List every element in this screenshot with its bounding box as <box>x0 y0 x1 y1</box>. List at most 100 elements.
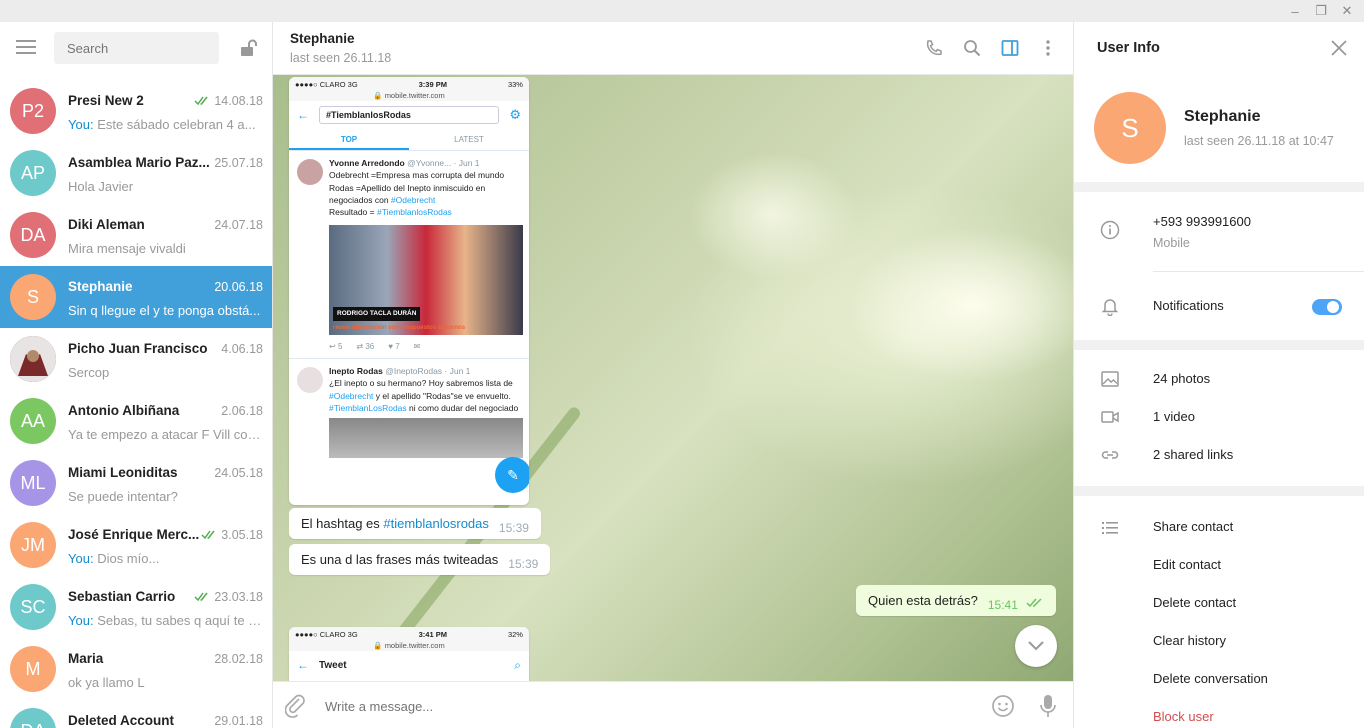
double-check-icon <box>1025 598 1042 608</box>
chat-list-item[interactable]: DA Diki Aleman 24.07.18 Mira mensaje vivald… <box>0 204 272 266</box>
share-contact-button[interactable]: Share contact <box>1074 509 1364 547</box>
chat-list-item[interactable]: AA Antonio Albiñana 2.06.18 Ya te empezo a … <box>0 390 272 452</box>
message-input[interactable] <box>325 695 965 717</box>
message-bubble-outgoing[interactable]: Quien esta detrás? 15:41 <box>856 585 1056 616</box>
retweet-icon: ⇄ 36 <box>356 341 375 351</box>
screenshot-image[interactable]: ●●●●○ CLARO 3G 3:39 PM 33% 🔒 mobile.twitte… <box>289 77 529 505</box>
chat-date-text: 28.02.18 <box>214 652 263 666</box>
message-text: Es una d las frases más twiteadas <box>301 552 499 567</box>
emoji-icon[interactable] <box>991 694 1015 718</box>
tweet-handle: @Yvonne... · Jun 1 <box>407 158 480 168</box>
chat-list-item[interactable]: M Maria 28.02.18 ok ya llamo L <box>0 638 272 700</box>
tweet: Yvonne Arredondo @Yvonne... · Jun 1 Odeb… <box>289 151 529 360</box>
close-icon[interactable] <box>1329 38 1349 58</box>
attach-icon[interactable] <box>285 694 307 718</box>
user-name: Stephanie <box>1184 108 1261 125</box>
photos-count: 24 photos <box>1153 371 1211 386</box>
minimize-icon[interactable]: – <box>1284 2 1306 20</box>
avatar: P2 <box>10 88 56 134</box>
message-icon: ✉ <box>413 341 421 351</box>
restore-icon[interactable]: ❐ <box>1310 2 1332 20</box>
chat-date: 29.01.18 <box>214 714 263 728</box>
clear-history-button[interactable]: Clear history <box>1074 623 1364 661</box>
preview-text: Dios mío... <box>97 551 160 566</box>
details-section: +593 993991600 Mobile Notifications <box>1074 192 1364 340</box>
search-icon[interactable] <box>961 37 983 59</box>
chat-preview: Hola Javier <box>68 179 263 194</box>
tweet-handle: @IneptoRodas · Jun 1 <box>385 366 471 377</box>
chat-preview: Ya te empezo a atacar F Vill con... <box>68 427 263 442</box>
chat-list-item[interactable]: AP Asamblea Mario Paz... 25.07.18 Hola Javi… <box>0 142 272 204</box>
tweet-header-row: ← Tweet ⌕ <box>289 651 529 679</box>
chat-list: P2 Presi New 2 14.08.18 You: Este sábado ce… <box>0 74 272 728</box>
battery: 33% <box>507 80 523 89</box>
chat-list-item[interactable]: S Stephanie 20.06.18 Sin q llegue el y te p… <box>0 266 272 328</box>
chat-list-item[interactable]: DA Deleted Account 29.01.18 <box>0 700 272 728</box>
photo-icon <box>1101 371 1119 387</box>
action-label: Share contact <box>1153 519 1234 534</box>
phone-row[interactable]: +593 993991600 Mobile <box>1074 212 1364 250</box>
chat-history[interactable]: ●●●●○ CLARO 3G 3:39 PM 33% 🔒 mobile.twitte… <box>273 75 1073 681</box>
sidebar-toggle-icon[interactable] <box>999 37 1021 59</box>
chat-list-item[interactable]: JM José Enrique Merc... 3.05.18 You: Dios m… <box>0 514 272 576</box>
phone-icon[interactable] <box>923 37 945 59</box>
tab-latest: LATEST <box>454 135 484 144</box>
chat-list-item[interactable]: Picho Juan Francisco 4.06.18 Sercop <box>0 328 272 390</box>
video-row[interactable]: 1 video <box>1074 399 1364 437</box>
edit-contact-button[interactable]: Edit contact <box>1074 547 1364 585</box>
menu-icon[interactable] <box>16 40 36 54</box>
unlock-icon[interactable] <box>238 38 258 58</box>
chat-name: Asamblea Mario Paz... <box>68 155 210 170</box>
more-icon[interactable] <box>1037 37 1059 59</box>
you-prefix: You: <box>68 613 94 628</box>
preview-text: ok ya llamo L <box>68 675 145 690</box>
preview-text: Ya te empezo a atacar F Vill con... <box>68 427 263 442</box>
message-time: 15:41 <box>987 598 1018 612</box>
chat-name: Maria <box>68 651 104 666</box>
links-row[interactable]: 2 shared links <box>1074 437 1364 475</box>
chat-list-item[interactable]: ML Miami Leoniditas 24.05.18 Se puede inten… <box>0 452 272 514</box>
message-bubble-incoming[interactable]: Es una d las frases más twiteadas 15:39 <box>289 544 551 575</box>
tweet-text: ¿El inepto o su hermano? Hoy sabremos li… <box>329 378 519 414</box>
avatar <box>10 336 56 382</box>
close-icon[interactable]: ✕ <box>1336 2 1358 20</box>
microphone-icon[interactable] <box>1039 694 1057 718</box>
you-prefix: You: <box>68 117 94 132</box>
chat-name: Presi New 2 <box>68 93 144 108</box>
notifications-toggle[interactable] <box>1312 299 1342 315</box>
preview-text: Este sábado celebran 4 a... <box>97 117 256 132</box>
chat-name: Stephanie <box>68 279 133 294</box>
message-bubble-incoming[interactable]: El hashtag es #tiemblanlosrodas 15:39 <box>289 508 541 539</box>
avatar: AP <box>10 150 56 196</box>
delete-conversation-button[interactable]: Delete conversation <box>1074 661 1364 699</box>
avatar: JM <box>10 522 56 568</box>
media-section: 24 photos 1 video 2 shared links <box>1074 350 1364 486</box>
user-info-panel: User Info S Stephanie last seen 26.11.18… <box>1073 22 1364 728</box>
delete-contact-button[interactable]: Delete contact <box>1074 585 1364 623</box>
links-count: 2 shared links <box>1153 447 1234 462</box>
preview-text: Sercop <box>68 365 110 380</box>
twitter-search-box: #TiemblanlosRodas <box>319 106 500 124</box>
peer-status: last seen 26.11.18 <box>290 51 392 65</box>
chat-name: Sebastian Carrio <box>68 589 176 604</box>
chat-preview: You: Este sábado celebran 4 a... <box>68 117 263 132</box>
peer-name[interactable]: Stephanie <box>290 31 355 46</box>
chat-list-item[interactable]: P2 Presi New 2 14.08.18 You: Este sábado ce… <box>0 80 272 142</box>
message-composer <box>273 681 1073 728</box>
block-user-button[interactable]: Block user <box>1074 699 1364 728</box>
hashtag-link[interactable]: #tiemblanlosrodas <box>383 516 489 531</box>
avatar[interactable]: S <box>1094 92 1166 164</box>
action-label: Block user <box>1153 709 1214 724</box>
scroll-down-button[interactable] <box>1015 625 1057 667</box>
photos-row[interactable]: 24 photos <box>1074 361 1364 399</box>
notifications-row[interactable]: Notifications <box>1074 288 1364 326</box>
chat-date: 2.06.18 <box>221 404 263 418</box>
phone-status-bar: ●●●●○ CLARO 3G 3:41 PM 32% <box>289 627 529 641</box>
chat-list-item[interactable]: SC Sebastian Carrio 23.03.18 You: Sebas, tu… <box>0 576 272 638</box>
screenshot-image[interactable]: ●●●●○ CLARO 3G 3:41 PM 32% 🔒 mobile.twitte… <box>289 627 529 681</box>
phone-time: 3:39 PM <box>418 80 447 89</box>
chat-date-text: 14.08.18 <box>214 94 263 108</box>
chat-date-text: 4.06.18 <box>221 342 263 356</box>
search-input[interactable] <box>54 32 219 64</box>
tweet-author: Inepto Rodas <box>329 366 383 377</box>
